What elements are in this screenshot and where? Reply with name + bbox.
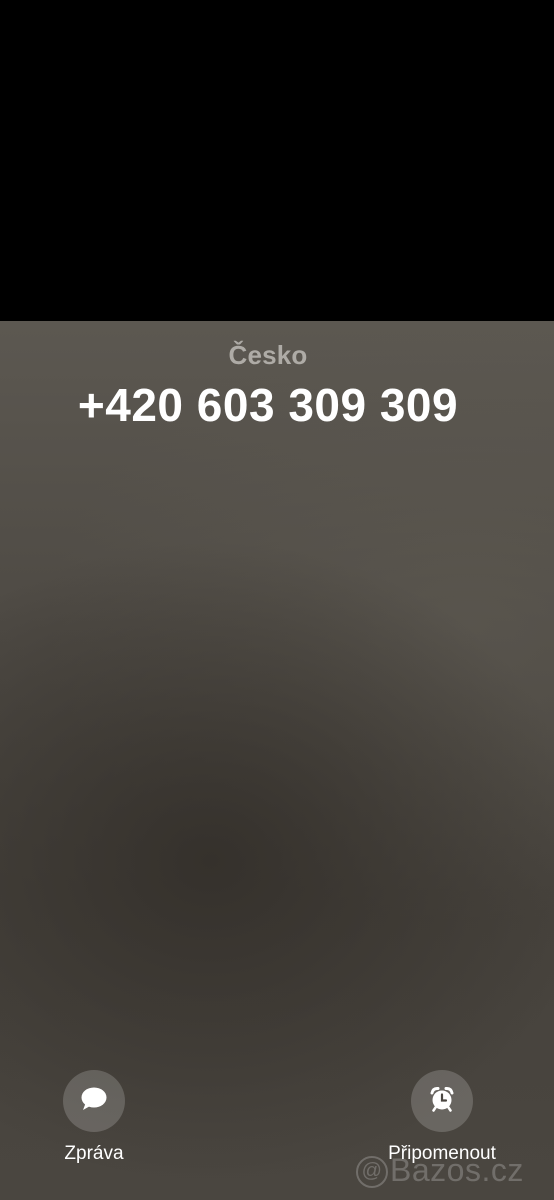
phone-screen: Česko +420 603 309 309 Zpráva Připomenou…: [0, 0, 554, 1200]
watermark-logo-icon: @: [356, 1156, 388, 1188]
watermark: @ Bazos.cz: [356, 1150, 524, 1190]
caller-region: Česko: [228, 340, 308, 370]
alarm-clock-icon: [428, 1085, 456, 1118]
call-screen-background: [0, 321, 554, 1200]
message-bubble-icon: [80, 1086, 108, 1117]
caller-number: +420 603 309 309: [77, 379, 459, 431]
remind-me-button[interactable]: [411, 1070, 473, 1132]
message-button-label: Zpráva: [64, 1143, 124, 1164]
message-button[interactable]: [63, 1070, 125, 1132]
watermark-text: Bazos.cz: [390, 1152, 524, 1188]
